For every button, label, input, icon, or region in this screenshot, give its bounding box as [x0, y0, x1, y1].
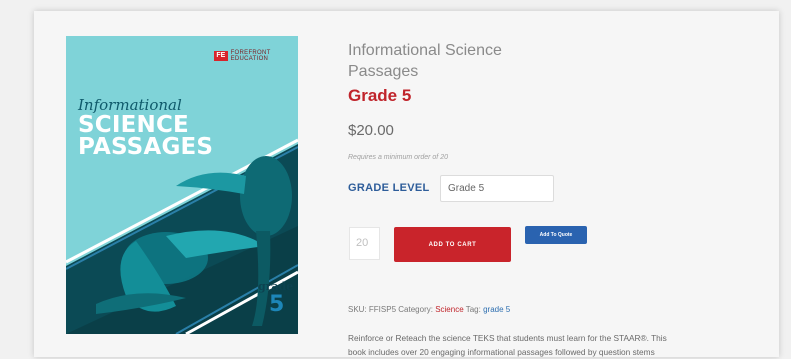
cover-grade-number: 5	[269, 292, 285, 317]
quantity-input[interactable]: 20	[349, 227, 380, 260]
product-price: $20.00	[348, 122, 394, 139]
cover-title-science: SCIENCE	[78, 112, 189, 138]
product-title-line2: Passages	[348, 63, 419, 80]
tag-label: Tag:	[465, 305, 481, 314]
grade-level-select[interactable]: Grade 5	[440, 175, 554, 202]
grade-level-label: GRADE LEVEL	[348, 182, 430, 194]
tag-link[interactable]: grade 5	[483, 305, 510, 314]
publisher-logo: FE FOREFRONT EDUCATION	[214, 50, 298, 62]
publisher-mark: FE	[214, 51, 228, 61]
product-grade-title: Grade 5	[348, 86, 412, 105]
product-title: Informational Science Passages	[348, 40, 538, 82]
sku-value: FFISP5	[368, 305, 397, 314]
sku-label: SKU:	[348, 305, 367, 314]
publisher-name: FOREFRONT EDUCATION	[230, 50, 271, 62]
cover-title-passages: PASSAGES	[78, 134, 214, 160]
add-to-cart-button[interactable]: ADD TO CART	[394, 227, 511, 262]
product-title-line1: Informational Science	[348, 42, 502, 59]
product-description: Reinforce or Reteach the science TEKS th…	[348, 331, 768, 359]
description-line1: Reinforce or Reteach the science TEKS th…	[348, 333, 667, 343]
product-meta: SKU: FFISP5 Category: Science Tag: grade…	[348, 305, 510, 314]
category-link[interactable]: Science	[435, 305, 463, 314]
book-cover-image: FE FOREFRONT EDUCATION Informational SCI…	[66, 36, 298, 334]
minimum-order-note: Requires a minimum order of 20	[348, 154, 448, 161]
category-label: Category:	[398, 305, 433, 314]
add-to-quote-button[interactable]: Add To Quote	[525, 226, 587, 244]
